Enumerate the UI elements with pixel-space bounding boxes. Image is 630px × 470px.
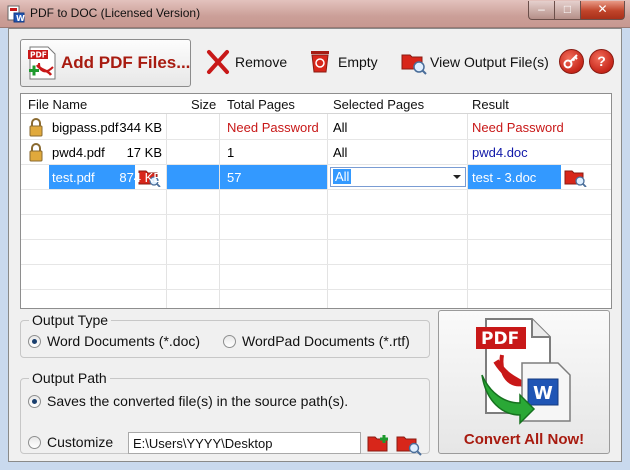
- svg-text:PDF: PDF: [481, 329, 519, 349]
- table-row-selected[interactable]: test.pdf 874 KB 57 All test - 3.doc: [21, 165, 611, 189]
- empty-button[interactable]: Empty: [309, 49, 385, 75]
- convert-all-label: Convert All Now!: [463, 431, 585, 448]
- maximize-button[interactable]: □: [554, 1, 581, 20]
- column-header-file-name[interactable]: File Name: [28, 97, 87, 112]
- pdf-to-word-icon: PDF W: [476, 318, 571, 425]
- source-path-label[interactable]: Saves the converted file(s) in the sourc…: [47, 393, 348, 409]
- table-row[interactable]: pwd4.pdf 17 KB 1 All pwd4.doc: [21, 140, 611, 164]
- output-path-legend: Output Path: [29, 370, 110, 386]
- remove-button[interactable]: Remove: [206, 49, 292, 75]
- selected-pages: All: [333, 145, 348, 160]
- result: test - 3.doc: [472, 170, 537, 185]
- selected-pages-value: All: [333, 169, 352, 184]
- view-output-files-button[interactable]: View Output File(s): [401, 49, 549, 75]
- file-name: pwd4.pdf: [52, 145, 105, 160]
- total-pages: 1: [227, 145, 235, 160]
- file-list-table[interactable]: File Name Size Total Pages Selected Page…: [20, 93, 612, 309]
- customize-label[interactable]: Customize: [47, 434, 113, 450]
- file-size: 344 KB: [119, 120, 162, 135]
- help-button[interactable]: ?: [589, 49, 614, 74]
- add-pdf-files-label: Add PDF Files...: [61, 53, 191, 72]
- selected-pages: All: [333, 120, 348, 135]
- selected-pages-dropdown[interactable]: All: [330, 167, 466, 187]
- output-type-legend: Output Type: [29, 312, 112, 328]
- chevron-down-icon[interactable]: [453, 175, 461, 179]
- column-header-total-pages[interactable]: Total Pages: [227, 97, 295, 112]
- key-icon: [563, 54, 578, 69]
- convert-all-button[interactable]: PDF W Convert All Now!: [438, 310, 610, 454]
- column-header-result[interactable]: Result: [472, 97, 509, 112]
- table-row[interactable]: bigpass.pdf 344 KB Need Password All Nee…: [21, 115, 611, 139]
- add-pdf-icon: PDF: [28, 46, 56, 80]
- title-bar[interactable]: W PDF to DOC (Licensed Version) – □ ✕: [0, 0, 630, 28]
- remove-icon: [207, 50, 229, 74]
- wordpad-documents-radio[interactable]: [223, 335, 236, 348]
- svg-text:PDF: PDF: [30, 51, 47, 60]
- view-output-label: View Output File(s): [430, 54, 549, 70]
- total-pages: Need Password: [227, 120, 319, 135]
- row-divider: [21, 189, 611, 190]
- register-key-button[interactable]: [559, 49, 584, 74]
- lock-icon: [29, 118, 43, 137]
- open-output-folder-icon[interactable]: [396, 432, 422, 456]
- help-icon: ?: [597, 53, 606, 69]
- main-window: PDF Add PDF Files... Remove Empty View O…: [8, 28, 622, 462]
- file-size: 17 KB: [126, 145, 162, 160]
- column-header-size[interactable]: Size: [191, 97, 216, 112]
- row-divider: [21, 264, 611, 265]
- customize-radio[interactable]: [28, 436, 41, 449]
- folder-search-icon: [401, 54, 427, 75]
- file-size: 874 KB: [119, 170, 162, 185]
- output-path-group: Output Path Saves the converted file(s) …: [20, 370, 430, 456]
- row-divider: [21, 239, 611, 240]
- selection-highlight: [167, 165, 219, 189]
- browse-folder-icon[interactable]: [367, 432, 391, 454]
- svg-text:W: W: [533, 383, 553, 404]
- row-divider: [21, 289, 611, 290]
- empty-label: Empty: [338, 54, 378, 70]
- lock-icon: [29, 143, 43, 162]
- recycle-bin-icon: [311, 51, 329, 73]
- add-pdf-files-button[interactable]: PDF Add PDF Files...: [20, 39, 191, 87]
- total-pages: 57: [227, 170, 242, 185]
- file-name: test.pdf: [52, 170, 95, 185]
- app-icon: W: [7, 5, 25, 23]
- row-divider: [21, 214, 611, 215]
- result: Need Password: [472, 120, 564, 135]
- column-header-selected-pages[interactable]: Selected Pages: [333, 97, 424, 112]
- file-name: bigpass.pdf: [52, 120, 119, 135]
- word-documents-label[interactable]: Word Documents (*.doc): [47, 333, 200, 349]
- output-type-group: Output Type Word Documents (*.doc) WordP…: [20, 312, 430, 358]
- remove-label: Remove: [235, 54, 288, 70]
- result-link[interactable]: pwd4.doc: [472, 145, 528, 160]
- wordpad-documents-label[interactable]: WordPad Documents (*.rtf): [242, 333, 410, 349]
- window-title: PDF to DOC (Licensed Version): [30, 6, 201, 20]
- source-path-radio[interactable]: [28, 395, 41, 408]
- close-button[interactable]: ✕: [580, 1, 625, 20]
- table-header: File Name Size Total Pages Selected Page…: [21, 94, 611, 114]
- output-path-input[interactable]: [128, 432, 361, 454]
- open-folder-icon[interactable]: [564, 167, 588, 187]
- svg-text:W: W: [16, 14, 25, 23]
- minimize-button[interactable]: –: [528, 1, 555, 20]
- word-documents-radio[interactable]: [28, 335, 41, 348]
